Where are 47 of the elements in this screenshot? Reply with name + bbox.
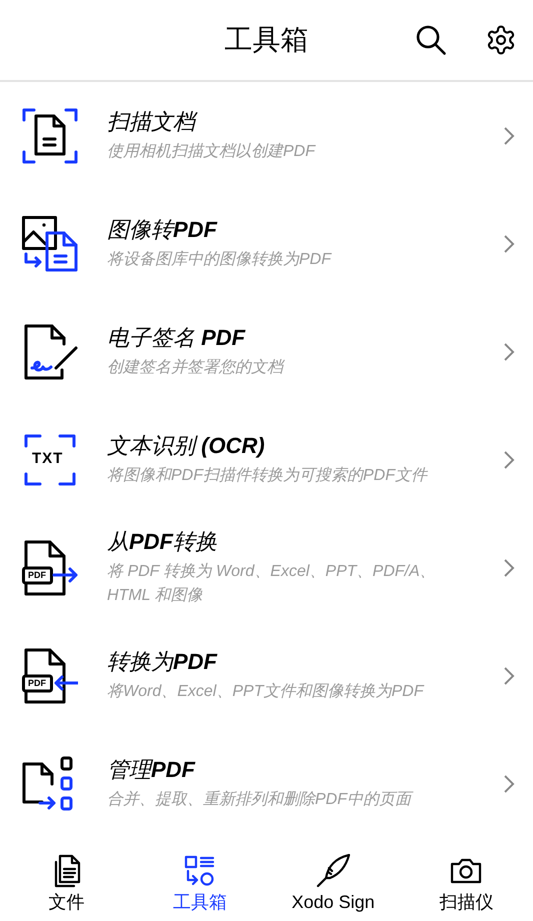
tool-description: 创建签名并签署您的文档 <box>107 358 286 378</box>
chevron-right-icon <box>503 774 515 794</box>
feather-pen-icon <box>316 854 350 888</box>
pdf-export-icon <box>22 540 78 596</box>
tool-title: 图像转PDF <box>107 216 218 244</box>
pdf-import-icon <box>22 648 78 704</box>
nav-tab[interactable]: 文件 <box>0 853 134 913</box>
tool-title: 文本识别 (OCR) <box>107 432 266 460</box>
tool-title: 管理PDF <box>107 756 196 784</box>
tool-item[interactable]: PDF 从PDF转换 将 PDF 转换为 Word、Excel、PPT、PDF/A、HTML 和图像 <box>0 514 533 622</box>
tool-description: 将设备图库中的图像转换为PDF <box>107 250 333 270</box>
scan-document-icon <box>22 108 78 164</box>
icon-label: PDF <box>28 571 46 580</box>
settings-icon[interactable] <box>485 24 517 56</box>
tool-title: 转换为PDF <box>107 648 218 676</box>
tool-title: 从PDF转换 <box>107 528 218 556</box>
tool-item[interactable]: TXT 文本识别 (OCR) 将图像和PDF扫描件转换为可搜索的PDF文件 <box>0 406 533 514</box>
chevron-right-icon <box>503 342 515 362</box>
nav-tab[interactable]: 工具箱 <box>133 853 266 913</box>
tool-item[interactable]: 图像转PDF 将设备图库中的图像转换为PDF <box>0 190 533 298</box>
nav-tab[interactable]: 扫描仪 <box>400 853 533 913</box>
tool-item[interactable]: 管理PDF 合并、提取、重新排列和删除PDF中的页面 <box>0 730 533 838</box>
chevron-right-icon <box>503 558 515 578</box>
tool-description: 将 PDF 转换为 Word、Excel、PPT、PDF/A、HTML 和图像 <box>107 562 437 606</box>
tools-icon <box>184 855 216 887</box>
tool-item[interactable]: 扫描文档 使用相机扫描文档以创建PDF <box>0 82 533 190</box>
chevron-right-icon <box>503 234 515 254</box>
icon-label: TXT <box>32 451 64 466</box>
tool-description: 将Word、Excel、PPT文件和图像转换为PDF <box>107 682 426 702</box>
camera-icon <box>450 857 482 885</box>
icon-label: PDF <box>28 679 46 688</box>
tool-description: 将图像和PDF扫描件转换为可搜索的PDF文件 <box>107 466 429 486</box>
tool-title: 扫描文档 <box>107 108 503 136</box>
text-scan-icon <box>22 432 78 488</box>
chevron-right-icon <box>503 450 515 470</box>
nav-tab[interactable]: Xodo Sign <box>266 853 400 913</box>
tool-item[interactable]: 电子签名 PDF 创建签名并签署您的文档 <box>0 298 533 406</box>
chevron-right-icon <box>503 126 515 146</box>
page-title: 工具箱 <box>224 23 308 57</box>
tool-description: 合并、提取、重新排列和删除PDF中的页面 <box>107 788 452 812</box>
tool-description: 使用相机扫描文档以创建PDF <box>107 142 317 162</box>
signature-document-icon <box>22 324 78 380</box>
image-to-document-icon <box>22 216 78 272</box>
chevron-right-icon <box>503 666 515 686</box>
search-icon[interactable] <box>415 24 447 56</box>
tool-item[interactable]: PDF 转换为PDF 将Word、Excel、PPT文件和图像转换为PDF <box>0 622 533 730</box>
tool-title: 电子签名 PDF <box>107 324 246 352</box>
